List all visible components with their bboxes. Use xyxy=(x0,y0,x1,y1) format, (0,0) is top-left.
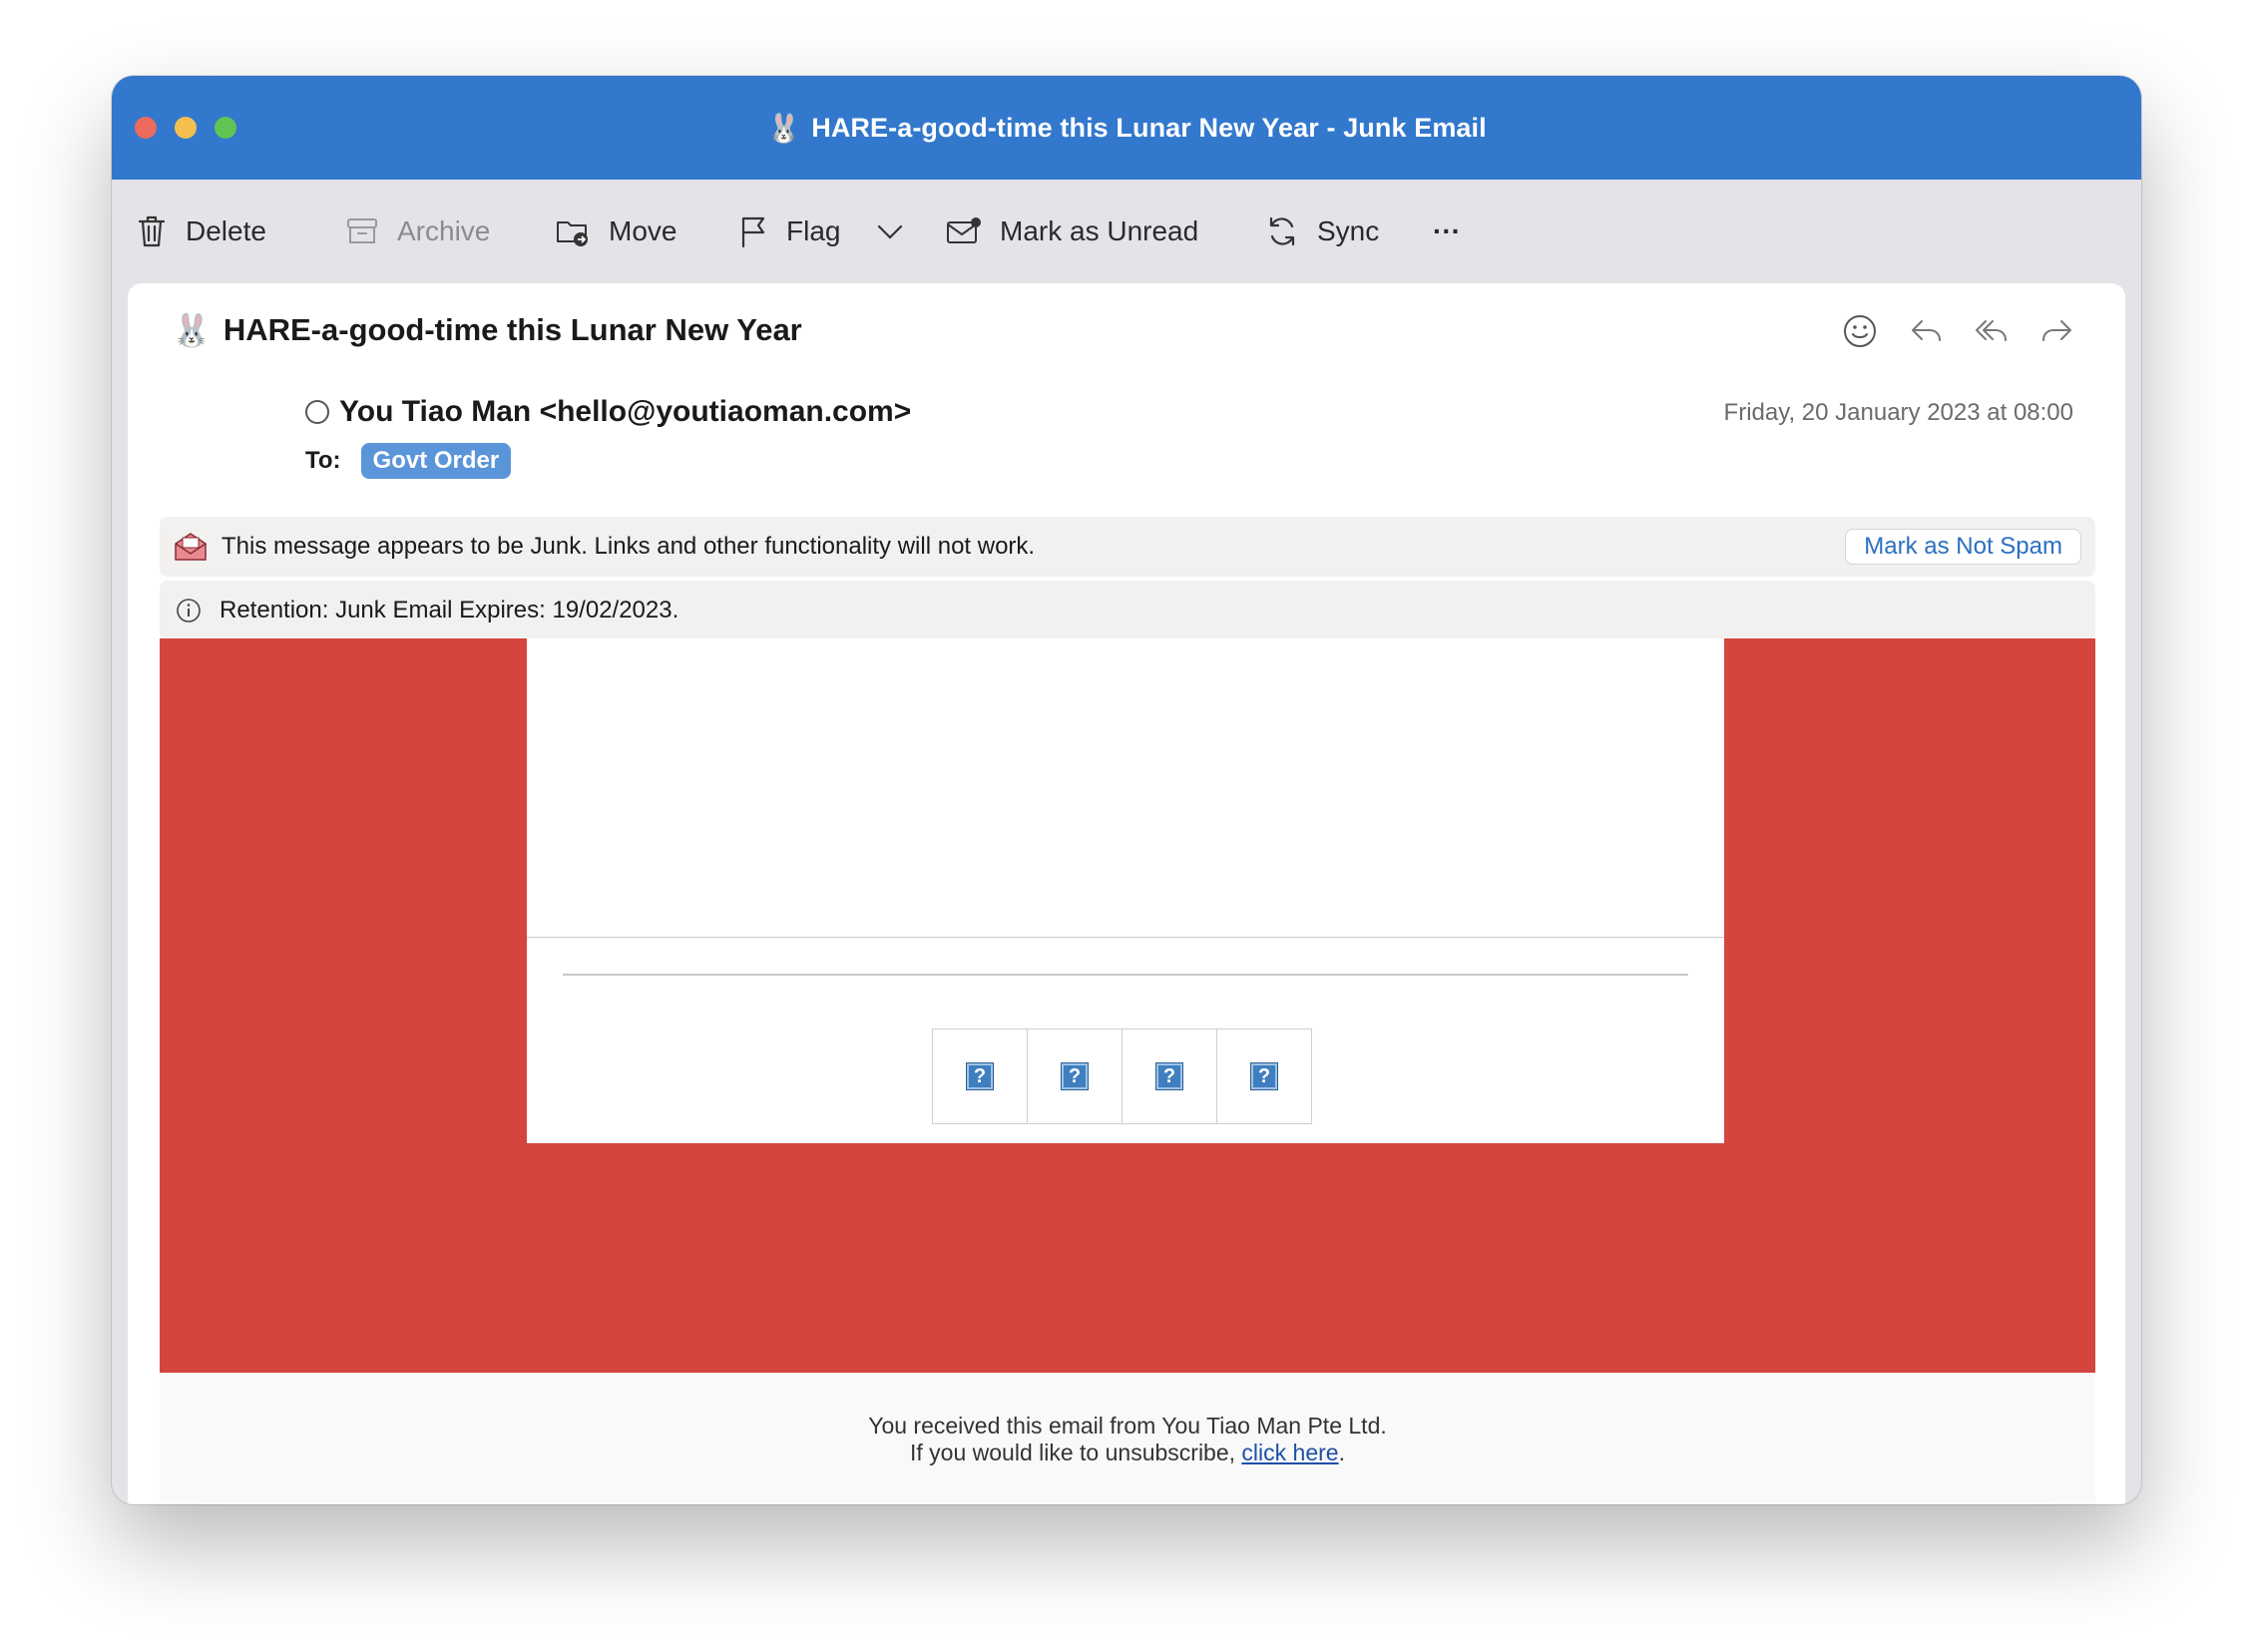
unsubscribe-link[interactable]: click here xyxy=(1241,1440,1338,1465)
footer-unsubscribe-suffix: . xyxy=(1338,1440,1345,1465)
sender[interactable]: You Tiao Man <hello@youtiaoman.com> xyxy=(305,395,911,429)
social-link-1[interactable]: ? xyxy=(932,1029,1028,1124)
emoji-reaction-button[interactable] xyxy=(1842,313,1878,349)
move-label: Move xyxy=(609,215,677,246)
to-label: To: xyxy=(305,447,341,474)
junk-warning-text: This message appears to be Junk. Links a… xyxy=(222,533,1036,560)
flag-label: Flag xyxy=(786,215,841,246)
window-title: 🐰 HARE-a-good-time this Lunar New Year -… xyxy=(112,76,2141,180)
divider xyxy=(563,974,1688,976)
window-title-text: HARE-a-good-time this Lunar New Year - J… xyxy=(811,112,1487,143)
junk-envelope-icon xyxy=(174,532,208,562)
info-icon xyxy=(176,598,202,623)
recipient-chip[interactable]: Govt Order xyxy=(360,443,512,479)
retention-bar: Retention: Junk Email Expires: 19/02/202… xyxy=(160,581,2095,640)
social-link-2[interactable]: ? xyxy=(1027,1029,1123,1124)
email-footer: You received this email from You Tiao Ma… xyxy=(160,1373,2095,1504)
sync-label: Sync xyxy=(1317,215,1380,246)
subject-text: HARE-a-good-time this Lunar New Year xyxy=(223,312,802,347)
email-content-area: ? ? ? ? xyxy=(527,638,1724,1143)
move-button[interactable]: Move xyxy=(555,206,676,257)
chevron-down-icon xyxy=(877,224,903,239)
mark-not-spam-button[interactable]: Mark as Not Spam xyxy=(1845,529,2081,565)
retention-text: Retention: Junk Email Expires: 19/02/202… xyxy=(220,597,679,623)
reply-all-button[interactable] xyxy=(1974,313,2010,349)
read-status-icon[interactable] xyxy=(305,400,329,424)
mark-unread-button[interactable]: Mark as Unread xyxy=(946,206,1198,257)
social-link-3[interactable]: ? xyxy=(1122,1029,1217,1124)
sync-icon xyxy=(1269,216,1295,246)
broken-image-icon: ? xyxy=(1155,1062,1183,1090)
message-actions xyxy=(1842,313,2075,349)
move-folder-icon xyxy=(557,221,588,246)
divider xyxy=(527,937,1724,938)
flag-button[interactable]: Flag xyxy=(738,206,840,257)
junk-warning-bar: This message appears to be Junk. Links a… xyxy=(160,517,2095,577)
toolbar: Delete Archive Move Flag Mark as Unread … xyxy=(112,180,2141,283)
message-subject: 🐰 HARE-a-good-time this Lunar New Year xyxy=(172,311,802,349)
mail-window: 🐰 HARE-a-good-time this Lunar New Year -… xyxy=(112,76,2141,1504)
delete-button[interactable]: Delete xyxy=(136,206,266,257)
rabbit-emoji-icon: 🐰 xyxy=(766,112,802,144)
broken-image-icon: ? xyxy=(966,1062,994,1090)
delete-label: Delete xyxy=(186,215,266,246)
recipients-row: To: Govt Order xyxy=(305,443,512,479)
broken-image-icon: ? xyxy=(1250,1062,1278,1090)
more-options-button[interactable]: ··· xyxy=(1433,206,1461,257)
sender-text: You Tiao Man <hello@youtiaoman.com> xyxy=(339,395,912,428)
reply-all-icon xyxy=(1976,320,2007,341)
forward-icon xyxy=(2042,320,2071,341)
archive-button[interactable]: Archive xyxy=(345,206,490,257)
rabbit-emoji-icon: 🐰 xyxy=(172,312,212,348)
unread-envelope-icon xyxy=(947,217,981,243)
broken-image-icon: ? xyxy=(1061,1062,1089,1090)
social-links-row: ? ? ? ? xyxy=(932,1029,1312,1124)
archive-label: Archive xyxy=(397,215,491,246)
trash-icon xyxy=(138,215,166,247)
flag-icon xyxy=(741,216,765,248)
archive-icon xyxy=(347,218,377,243)
reply-button[interactable] xyxy=(1908,313,1944,349)
title-bar: 🐰 HARE-a-good-time this Lunar New Year -… xyxy=(112,76,2141,180)
forward-button[interactable] xyxy=(2039,313,2075,349)
footer-unsubscribe-prefix: If you would like to unsubscribe, xyxy=(910,1440,1242,1465)
footer-line-2: If you would like to unsubscribe, click … xyxy=(160,1440,2095,1466)
sync-button[interactable]: Sync xyxy=(1265,206,1379,257)
reading-pane: 🐰 HARE-a-good-time this Lunar New Year Y… xyxy=(128,283,2125,1504)
reply-icon xyxy=(1912,320,1941,341)
message-date: Friday, 20 January 2023 at 08:00 xyxy=(1723,399,2073,426)
email-body: ? ? ? ? xyxy=(160,638,2095,1373)
smiley-icon xyxy=(1844,315,1876,347)
mark-unread-label: Mark as Unread xyxy=(1000,215,1199,246)
flag-options-dropdown[interactable] xyxy=(876,206,922,257)
more-options-label: ··· xyxy=(1433,215,1461,246)
footer-line-1: You received this email from You Tiao Ma… xyxy=(868,1413,1387,1439)
social-link-4[interactable]: ? xyxy=(1216,1029,1312,1124)
